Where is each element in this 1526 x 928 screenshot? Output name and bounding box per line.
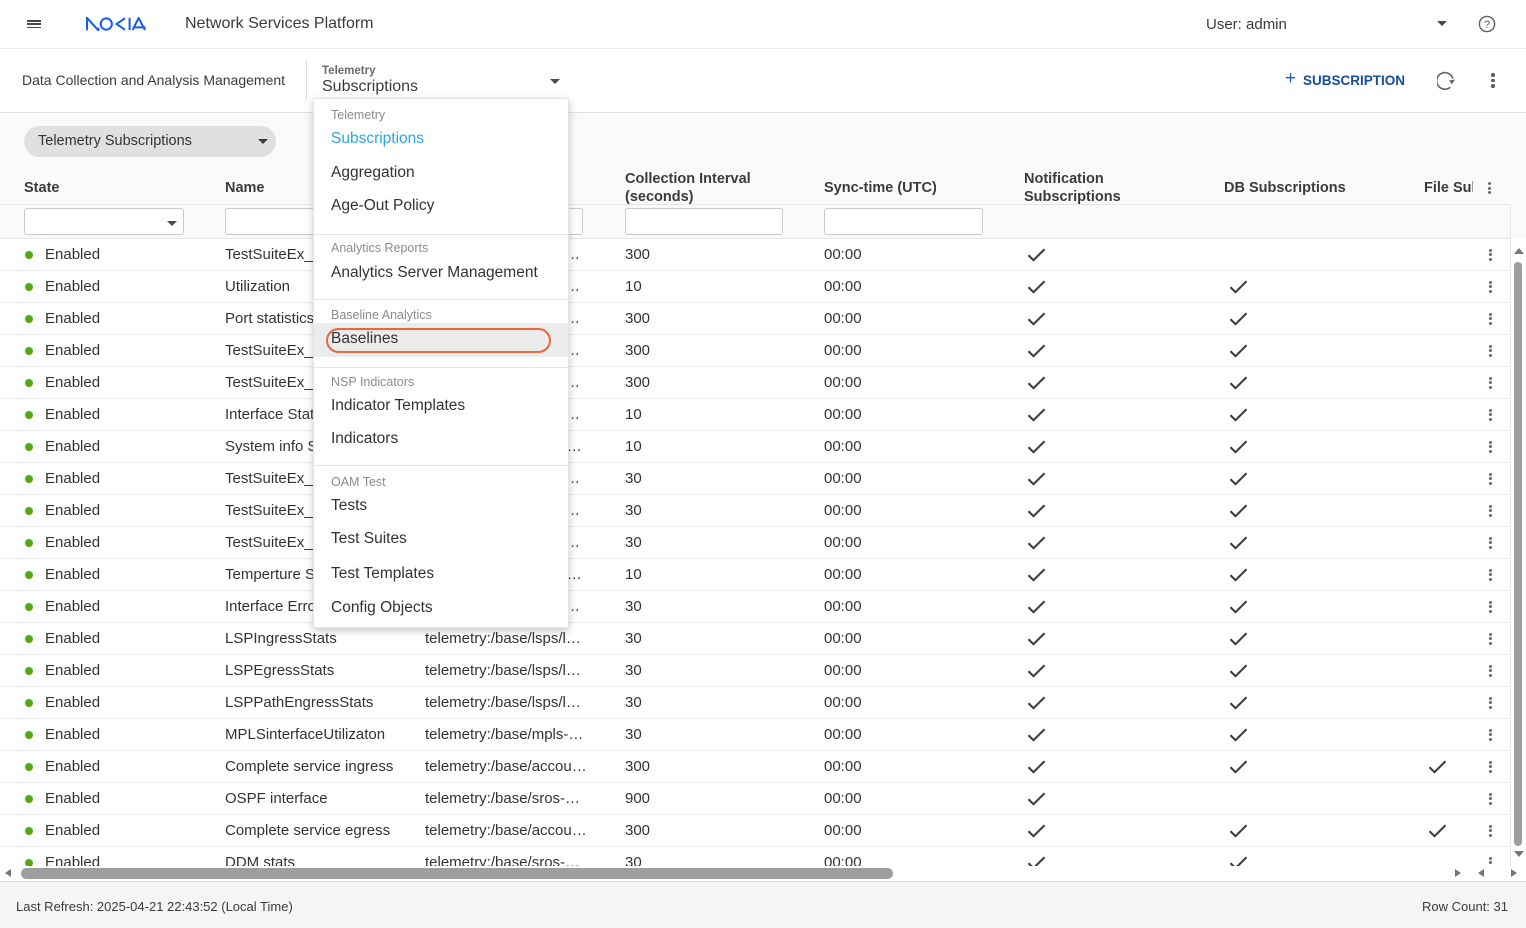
svg-text:?: ? [1484, 19, 1490, 31]
